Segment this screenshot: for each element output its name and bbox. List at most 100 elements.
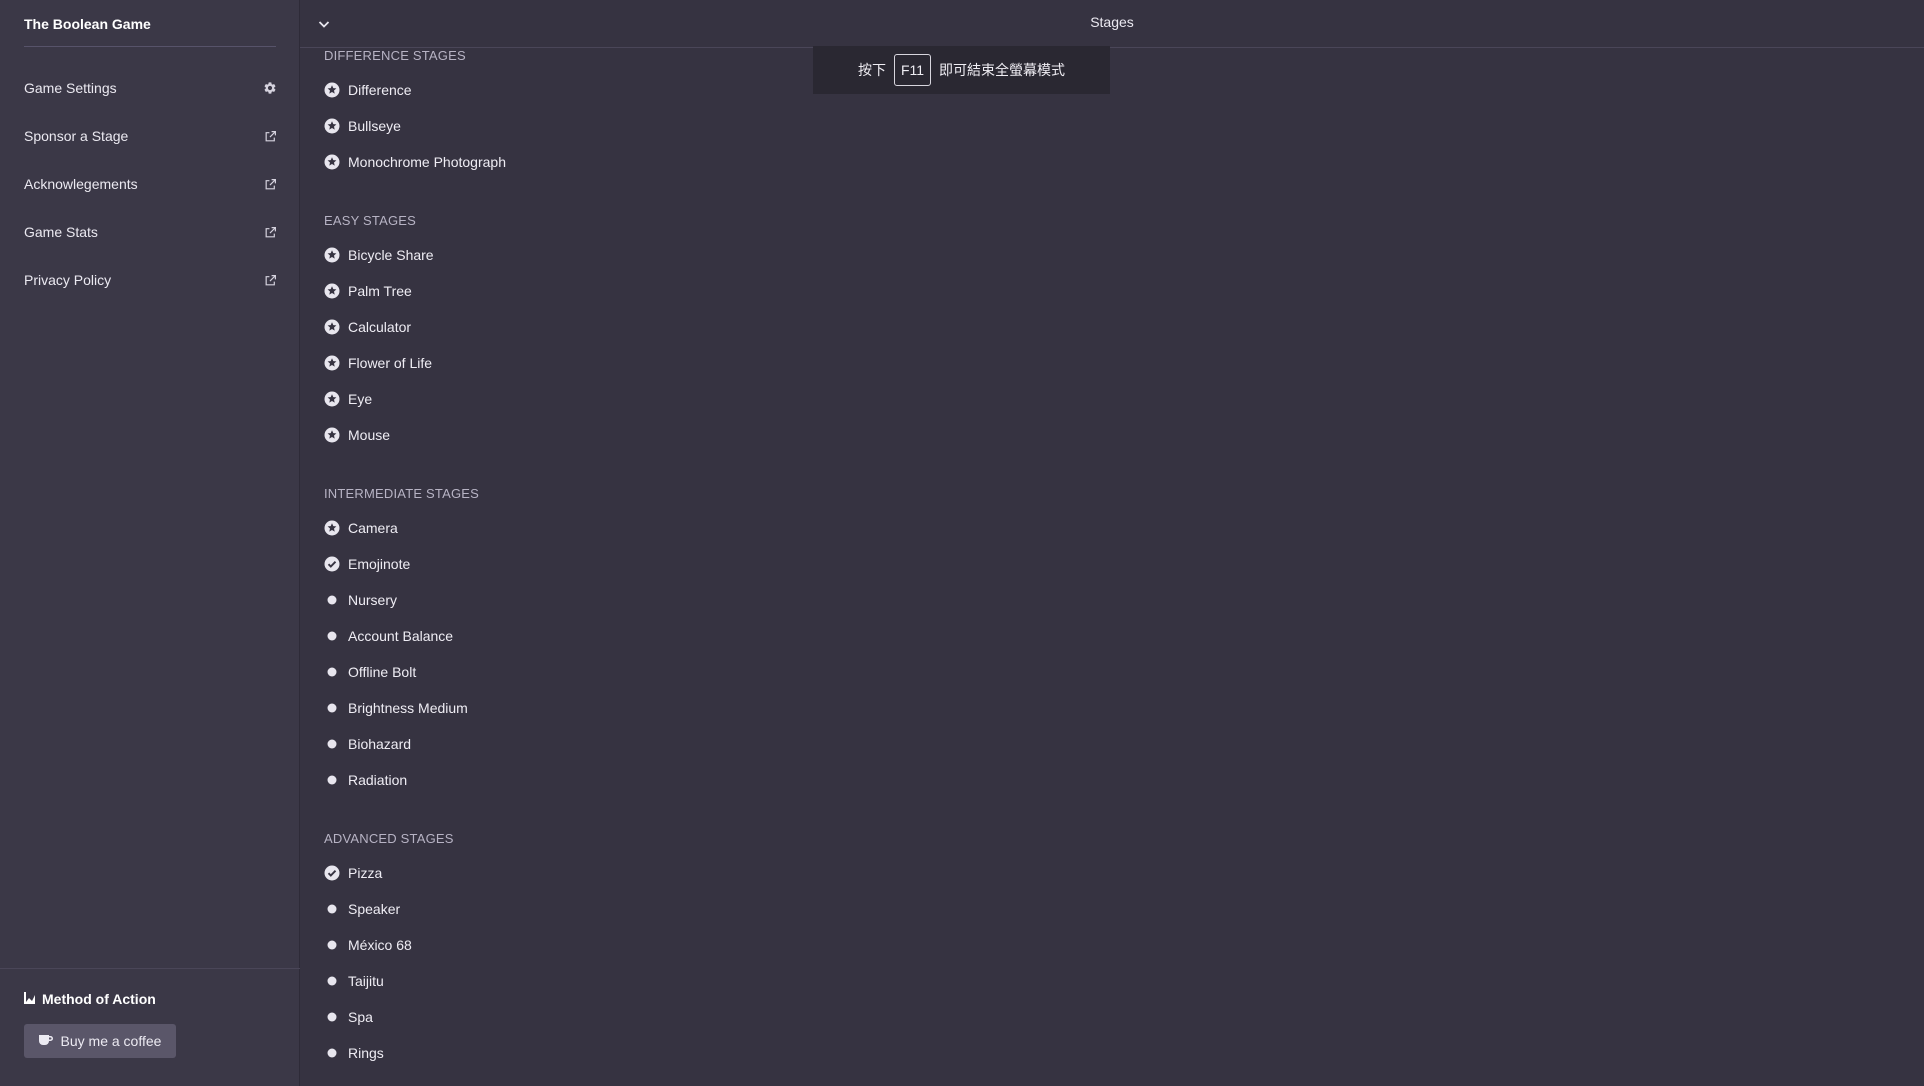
stage-item-account-balance[interactable]: Account Balance xyxy=(324,618,924,654)
dot-icon xyxy=(324,700,340,716)
stage-item-bullseye[interactable]: Bullseye xyxy=(324,108,924,144)
sidebar-item-acknowlegements[interactable]: Acknowlegements xyxy=(24,160,278,208)
stage-label: Offline Bolt xyxy=(348,664,417,680)
stage-label: Calculator xyxy=(348,319,412,335)
dot-icon xyxy=(324,973,340,989)
sidebar-item-label: Game Stats xyxy=(24,224,98,240)
stage-item-offline-bolt[interactable]: Offline Bolt xyxy=(324,654,924,690)
check-circle-icon xyxy=(324,556,340,572)
app-title: The Boolean Game xyxy=(24,14,276,47)
sidebar-item-label: Sponsor a Stage xyxy=(24,128,129,144)
dot-icon xyxy=(324,628,340,644)
top-bar: Stages xyxy=(300,0,1924,48)
star-badge-icon xyxy=(324,154,340,170)
f11-key: F11 xyxy=(893,54,932,86)
coffee-cup-icon xyxy=(38,1033,53,1049)
star-badge-icon xyxy=(324,82,340,98)
toast-text-after: 即可結束全螢幕模式 xyxy=(939,62,1066,78)
stage-label: Camera xyxy=(348,520,398,536)
sidebar-item-privacy-policy[interactable]: Privacy Policy xyxy=(24,256,278,304)
stage-label: Bullseye xyxy=(348,118,401,134)
external-link-icon xyxy=(262,128,278,144)
dot-icon xyxy=(324,1009,340,1025)
stage-item-calculator[interactable]: Calculator xyxy=(324,309,924,345)
dot-icon xyxy=(324,772,340,788)
star-badge-icon xyxy=(324,355,340,371)
star-badge-icon xyxy=(324,283,340,299)
stage-label: Rings xyxy=(348,1045,384,1061)
stage-item-mouse[interactable]: Mouse xyxy=(324,417,924,453)
stage-label: Speaker xyxy=(348,901,401,917)
stage-item-radiation[interactable]: Radiation xyxy=(324,762,924,798)
sidebar: The Boolean Game Game Settings Sponsor a… xyxy=(0,0,300,1086)
stage-item-speaker[interactable]: Speaker xyxy=(324,891,924,927)
sidebar-item-label: Game Settings xyxy=(24,80,117,96)
sidebar-item-sponsor-a-stage[interactable]: Sponsor a Stage xyxy=(24,112,278,160)
star-badge-icon xyxy=(324,391,340,407)
stage-list: DIFFERENCE STAGES Difference Bullseye Mo… xyxy=(324,46,924,1071)
stage-item-flower-of-life[interactable]: Flower of Life xyxy=(324,345,924,381)
external-link-icon xyxy=(262,272,278,288)
dot-icon xyxy=(324,1045,340,1061)
section-heading: INTERMEDIATE STAGES xyxy=(324,486,480,501)
stage-label: Spa xyxy=(348,1009,373,1025)
stage-item-monochrome-photograph[interactable]: Monochrome Photograph xyxy=(324,144,924,180)
gear-icon xyxy=(262,80,278,96)
stage-label: Bicycle Share xyxy=(348,247,434,263)
sidebar-footer: Method of Action Buy me a coffee xyxy=(0,968,300,1086)
sidebar-item-label: Privacy Policy xyxy=(24,272,112,288)
stage-label: Taijitu xyxy=(348,973,384,989)
stage-label: Eye xyxy=(348,391,373,407)
star-badge-icon xyxy=(324,427,340,443)
dot-icon xyxy=(324,736,340,752)
stage-item-mexico-68[interactable]: México 68 xyxy=(324,927,924,963)
stage-item-palm-tree[interactable]: Palm Tree xyxy=(324,273,924,309)
section-intermediate-stages: INTERMEDIATE STAGES Camera Emojinote Nur… xyxy=(324,484,924,798)
external-link-icon xyxy=(262,224,278,240)
stage-item-emojinote[interactable]: Emojinote xyxy=(324,546,924,582)
dot-icon xyxy=(324,901,340,917)
stage-item-biohazard[interactable]: Biohazard xyxy=(324,726,924,762)
stage-item-rings[interactable]: Rings xyxy=(324,1035,924,1071)
star-badge-icon xyxy=(324,319,340,335)
section-easy-stages: EASY STAGES Bicycle Share Palm Tree Calc… xyxy=(324,211,924,453)
stage-label: Brightness Medium xyxy=(348,700,468,716)
stage-item-spa[interactable]: Spa xyxy=(324,999,924,1035)
page-title: Stages xyxy=(1090,14,1134,30)
fullscreen-toast: 按下 F11 即可結束全螢幕模式 xyxy=(813,46,1110,94)
stage-label: Account Balance xyxy=(348,628,454,644)
app-root: The Boolean Game Game Settings Sponsor a… xyxy=(0,0,1924,1086)
section-heading: EASY STAGES xyxy=(324,213,417,228)
stage-label: Radiation xyxy=(348,772,408,788)
stage-item-nursery[interactable]: Nursery xyxy=(324,582,924,618)
stage-item-taijitu[interactable]: Taijitu xyxy=(324,963,924,999)
stage-item-eye[interactable]: Eye xyxy=(324,381,924,417)
stage-item-bicycle-share[interactable]: Bicycle Share xyxy=(324,237,924,273)
dot-icon xyxy=(324,937,340,953)
stage-label: Difference xyxy=(348,82,412,98)
coffee-button-label: Buy me a coffee xyxy=(60,1033,162,1049)
stage-item-pizza[interactable]: Pizza xyxy=(324,855,924,891)
stage-label: Emojinote xyxy=(348,556,411,572)
brand-link[interactable]: Method of Action xyxy=(24,991,156,1007)
star-badge-icon xyxy=(324,118,340,134)
stage-label: Flower of Life xyxy=(348,355,433,371)
stage-label: Nursery xyxy=(348,592,398,608)
check-circle-icon xyxy=(324,865,340,881)
stage-label: Monochrome Photograph xyxy=(348,154,506,170)
sidebar-item-game-settings[interactable]: Game Settings xyxy=(24,64,278,112)
stage-item-brightness-medium[interactable]: Brightness Medium xyxy=(324,690,924,726)
stage-label: Mouse xyxy=(348,427,391,443)
buy-me-a-coffee-button[interactable]: Buy me a coffee xyxy=(24,1024,176,1058)
stage-label: Biohazard xyxy=(348,736,412,752)
star-badge-icon xyxy=(324,247,340,263)
external-link-icon xyxy=(262,176,278,192)
section-advanced-stages: ADVANCED STAGES Pizza Speaker México 68 … xyxy=(324,829,924,1071)
dot-icon xyxy=(324,664,340,680)
dot-icon xyxy=(324,592,340,608)
toast-text-before: 按下 xyxy=(857,62,886,78)
sidebar-item-game-stats[interactable]: Game Stats xyxy=(24,208,278,256)
stage-item-camera[interactable]: Camera xyxy=(324,510,924,546)
stage-label: Pizza xyxy=(348,865,383,881)
sidebar-item-label: Acknowlegements xyxy=(24,176,138,192)
